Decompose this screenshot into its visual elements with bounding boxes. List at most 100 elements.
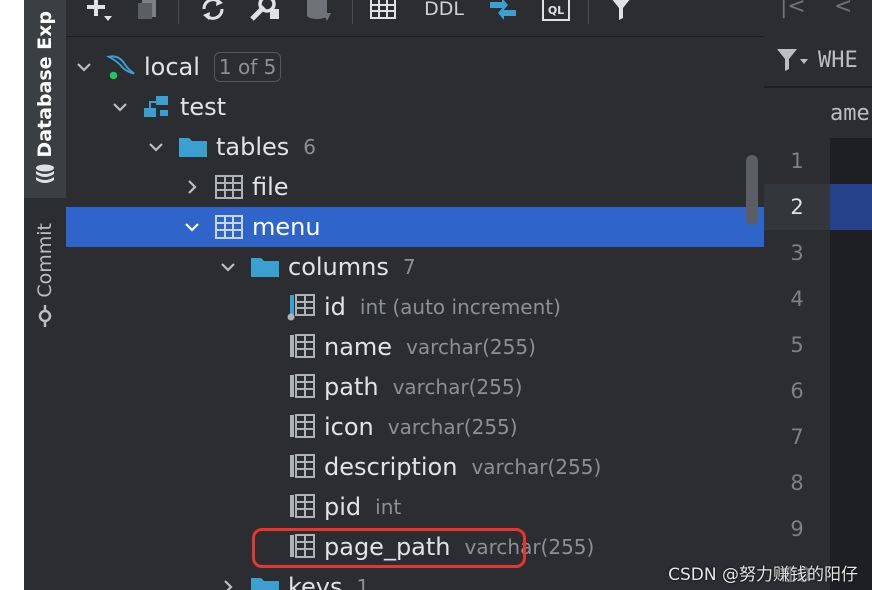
window-edge <box>0 0 24 590</box>
chevron-down-icon[interactable] <box>182 217 202 237</box>
column-name: path <box>324 373 379 401</box>
side-tool-window-bar: Database Exp Commit <box>24 0 67 590</box>
jump-arrow-icon <box>490 0 516 20</box>
table-cell[interactable] <box>830 368 872 414</box>
table-cell-selected[interactable] <box>830 184 872 230</box>
table-cell[interactable] <box>830 138 872 184</box>
tables-label: tables <box>216 133 290 161</box>
mysql-dolphin-icon <box>106 54 136 80</box>
table-file-label: file <box>252 173 289 201</box>
table-row[interactable]: 1 <box>764 138 872 184</box>
csdn-watermark: CSDN @努力赚钱的阳仔 <box>668 565 858 585</box>
refresh-button[interactable] <box>196 0 230 24</box>
table-row[interactable]: 6 <box>764 368 872 414</box>
chevron-down-icon[interactable] <box>110 97 130 117</box>
column-header[interactable]: ame <box>830 88 870 138</box>
toolbar-separator <box>178 0 179 24</box>
column-type: varchar(255) <box>392 375 523 399</box>
table-row[interactable]: 9 <box>764 506 872 552</box>
table-cell[interactable] <box>830 506 872 552</box>
chevron-down-icon[interactable] <box>74 57 94 77</box>
commit-tab[interactable]: Commit <box>24 210 66 340</box>
table-row[interactable]: 2 <box>764 184 872 230</box>
table-row[interactable]: 4 <box>764 276 872 322</box>
filter-button[interactable] <box>606 0 636 24</box>
tree-node-table-file[interactable]: file <box>66 167 764 207</box>
column-icon <box>286 454 316 480</box>
column-type: varchar(255) <box>471 455 602 479</box>
row-number: 4 <box>764 276 830 322</box>
tree-node-columns[interactable]: columns 7 <box>66 247 764 287</box>
refresh-icon <box>202 0 224 20</box>
tree-scrollbar-thumb[interactable] <box>746 155 758 225</box>
row-number: 1 <box>764 138 830 184</box>
column-icon <box>286 334 316 360</box>
wrench-icon <box>250 0 279 21</box>
tree-node-datasource[interactable]: local 1 of 5 <box>66 47 764 87</box>
explorer-toolbar: DDL QL <box>66 0 764 37</box>
results-header: ame <box>764 88 872 138</box>
chevron-right-icon[interactable] <box>182 177 202 197</box>
table-cell[interactable] <box>830 414 872 460</box>
tree-node-column[interactable]: description varchar(255) <box>66 447 764 487</box>
datasource-label: local <box>144 53 200 81</box>
chevron-down-icon[interactable] <box>218 257 238 277</box>
tree-node-schema[interactable]: test <box>66 87 764 127</box>
row-number: 6 <box>764 368 830 414</box>
column-name: description <box>324 453 458 481</box>
commit-label: Commit <box>34 222 56 298</box>
tree-node-column[interactable]: id int (auto increment) <box>66 287 764 327</box>
tables-count: 6 <box>303 135 317 159</box>
row-number: 8 <box>764 460 830 506</box>
table-row[interactable]: 8 <box>764 460 872 506</box>
ql-text: QL <box>548 4 564 17</box>
row-number: 5 <box>764 322 830 368</box>
table-icon <box>214 214 244 240</box>
copy-icon <box>138 0 156 19</box>
copy-button[interactable] <box>134 0 160 24</box>
previous-page-icon[interactable]: < <box>834 0 852 19</box>
row-number: 3 <box>764 230 830 276</box>
plus-icon <box>87 0 112 21</box>
jump-to-source-button[interactable] <box>486 0 520 24</box>
tree-node-tables[interactable]: tables 6 <box>66 127 764 167</box>
table-cell[interactable] <box>830 276 872 322</box>
tree-node-column[interactable]: pid int <box>66 487 764 527</box>
table-cell[interactable] <box>830 230 872 276</box>
table-cell[interactable] <box>830 322 872 368</box>
funnel-icon <box>612 0 630 20</box>
first-page-icon[interactable]: |< <box>780 0 806 19</box>
table-menu-label: menu <box>252 213 321 241</box>
database-stack-icon <box>307 0 331 21</box>
schema-button[interactable] <box>302 0 336 24</box>
chevron-down-icon[interactable] <box>146 137 166 157</box>
column-name: icon <box>324 413 374 441</box>
add-button[interactable] <box>82 0 116 24</box>
grid-icon <box>370 0 396 19</box>
table-row[interactable]: 7 <box>764 414 872 460</box>
ddl-button[interactable]: DDL <box>418 0 470 24</box>
datasource-count-badge: 1 of 5 <box>213 52 282 82</box>
column-type: varchar(255) <box>387 415 518 439</box>
tree-node-column[interactable]: path varchar(255) <box>66 367 764 407</box>
toolbar-separator <box>588 0 589 24</box>
settings-button[interactable] <box>246 0 282 24</box>
row-number: 2 <box>764 184 830 230</box>
column-name: id <box>324 293 346 321</box>
annotation-highlight-box <box>252 528 526 568</box>
table-view-button[interactable] <box>366 0 400 24</box>
database-explorer-panel: DDL QL local 1 of 5 test tables 6 file m… <box>66 0 764 590</box>
table-row[interactable]: 3 <box>764 230 872 276</box>
query-console-button[interactable]: QL <box>540 0 572 24</box>
table-row[interactable]: 5 <box>764 322 872 368</box>
tree-node-keys[interactable]: keys 1 <box>66 567 764 590</box>
chevron-right-icon[interactable] <box>218 577 238 590</box>
tree-node-column[interactable]: icon varchar(255) <box>66 407 764 447</box>
where-filter-bar[interactable]: WHE <box>764 34 872 87</box>
column-type: int (auto increment) <box>359 295 561 319</box>
tree-node-column[interactable]: name varchar(255) <box>66 327 764 367</box>
database-explorer-tab[interactable]: Database Exp <box>24 0 66 198</box>
folder-icon <box>250 574 280 590</box>
tree-node-table-menu[interactable]: menu <box>66 207 764 247</box>
table-cell[interactable] <box>830 460 872 506</box>
